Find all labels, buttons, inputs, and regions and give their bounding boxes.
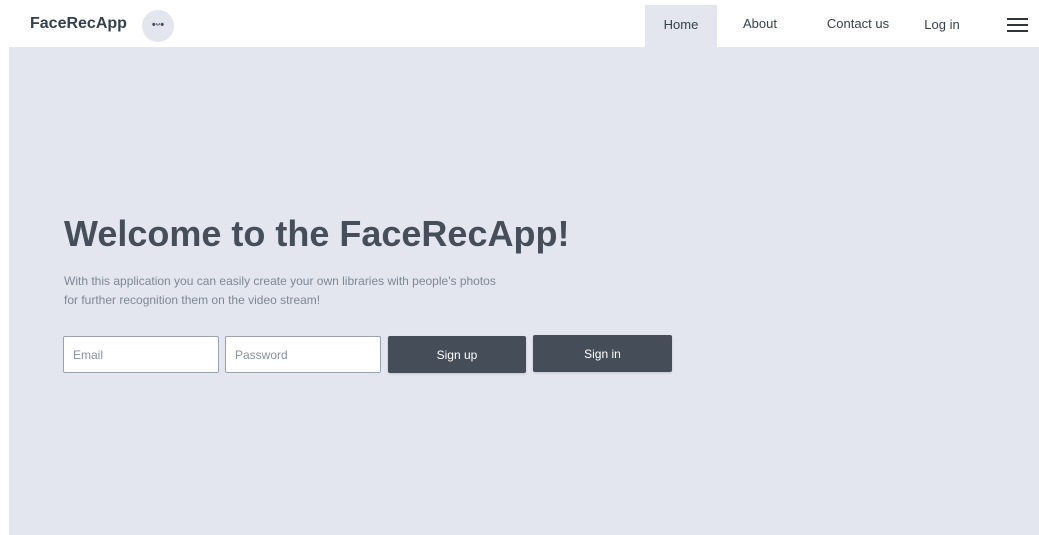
- sign-up-button[interactable]: Sign up: [388, 336, 526, 373]
- nav-login-link[interactable]: Log in: [918, 5, 966, 47]
- nav-about-link[interactable]: About: [728, 5, 792, 47]
- sign-in-button[interactable]: Sign in: [533, 335, 672, 372]
- hero-title: Welcome to the FaceRecApp!: [64, 213, 570, 254]
- hero-description: With this application you can easily cre…: [64, 274, 496, 307]
- face-logo-icon: •ᵕ•: [142, 10, 174, 42]
- brand-name[interactable]: FaceRecApp: [30, 15, 127, 33]
- hamburger-icon[interactable]: [1007, 18, 1028, 32]
- hero-section: Welcome to the FaceRecApp! With this app…: [9, 47, 1039, 535]
- nav-contact-link[interactable]: Contact us: [818, 5, 898, 47]
- password-field[interactable]: [225, 336, 381, 373]
- navbar: FaceRecApp •ᵕ• Home About Contact us Log…: [0, 0, 1039, 47]
- nav-home-link[interactable]: Home: [645, 5, 717, 47]
- email-field[interactable]: [63, 336, 219, 373]
